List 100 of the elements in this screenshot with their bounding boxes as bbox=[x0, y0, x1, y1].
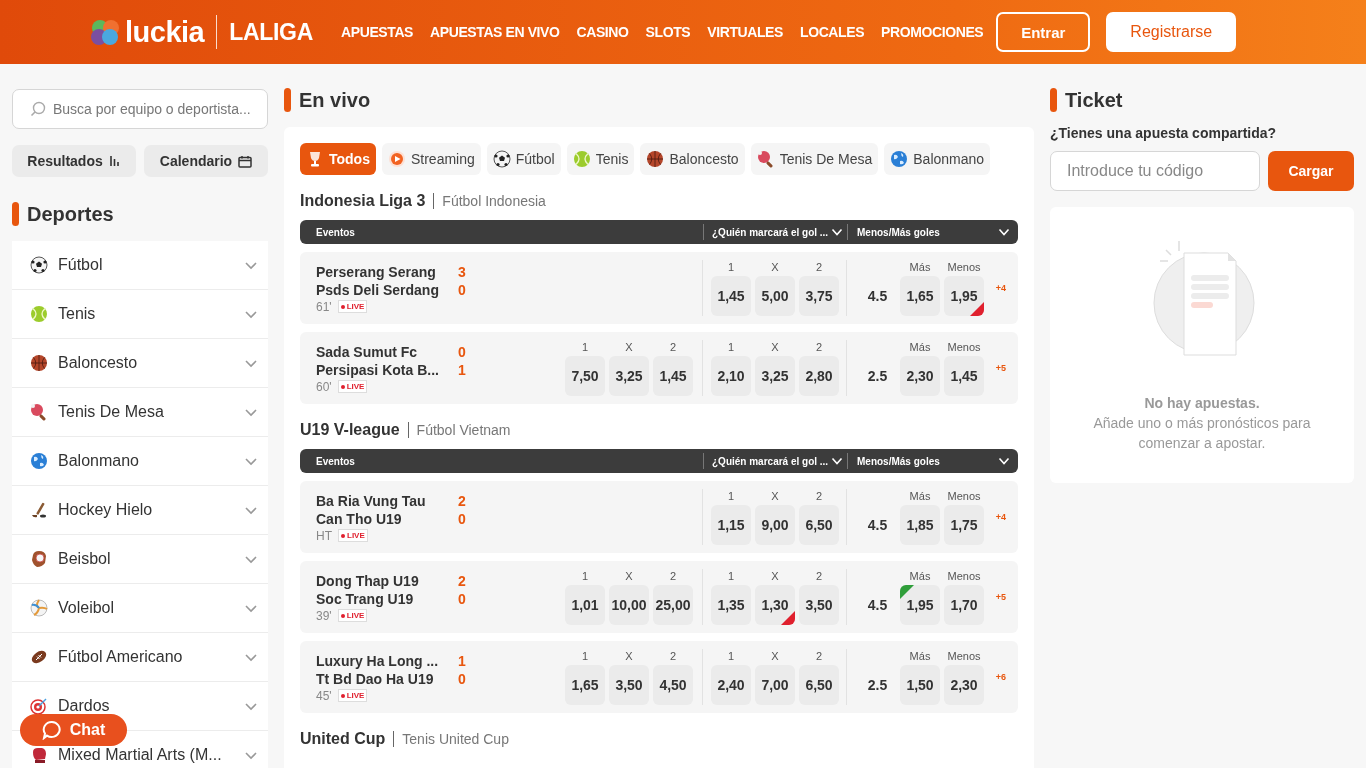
odds-button[interactable]: 2,80 bbox=[799, 356, 839, 396]
odds-button[interactable]: 6,50 bbox=[799, 665, 839, 705]
odds-button[interactable]: 1,95 bbox=[944, 276, 984, 316]
odds-button[interactable]: 1,45 bbox=[653, 356, 693, 396]
odds-label: X bbox=[625, 569, 633, 584]
odds-label: 2 bbox=[815, 569, 823, 584]
sport-item[interactable]: Balonmano bbox=[12, 437, 268, 486]
filter-chip[interactable]: Baloncesto bbox=[640, 143, 745, 175]
odds-button[interactable]: 2,30 bbox=[944, 665, 984, 705]
empty-message: Añade uno o más pronósticos para comenzar a apostar. bbox=[1092, 414, 1312, 453]
filter-chip[interactable]: Balonmano bbox=[884, 143, 991, 175]
odds-button[interactable]: 1,01 bbox=[565, 585, 605, 625]
event-row[interactable]: Dong Thap U19 2 Soc Trang U19 0 39' LIVE 1 1,01 X 10,00 2 25,00 1 1,35 X 1,30 2 3,50 4.5 Más 1,95 Menos 1,70 +5 bbox=[300, 561, 1018, 633]
chat-bubble-icon bbox=[41, 720, 62, 740]
odds-label: Menos bbox=[947, 260, 981, 275]
odds-button[interactable]: 10,00 bbox=[609, 585, 649, 625]
chevron-down-icon bbox=[998, 227, 1010, 237]
event-row[interactable]: Perserang Serang 3 Psds Deli Serdang 0 61' LIVE 1 1,45 X 5,00 2 3,75 4.5 Más 1,65 Menos 1,95 +4 bbox=[300, 252, 1018, 324]
chevron-down-icon bbox=[244, 406, 258, 418]
odds-button[interactable]: 1,15 bbox=[711, 505, 751, 545]
globe-ball-icon bbox=[30, 452, 48, 470]
nav-link[interactable]: APUESTAS EN VIVO bbox=[430, 24, 560, 40]
odds-button[interactable]: 1,65 bbox=[900, 276, 940, 316]
odds-button[interactable]: 5,00 bbox=[755, 276, 795, 316]
register-button[interactable]: Registrarse bbox=[1106, 12, 1237, 52]
search-field[interactable]: Busca por equipo o deportista... bbox=[12, 89, 268, 129]
odds-button[interactable]: 9,00 bbox=[755, 505, 795, 545]
chevron-down-icon bbox=[244, 504, 258, 516]
odds-button[interactable]: 1,30 bbox=[755, 585, 795, 625]
sport-item[interactable]: Fútbol Americano bbox=[12, 633, 268, 682]
sport-item[interactable]: Fútbol bbox=[12, 241, 268, 290]
column-header: Eventos bbox=[315, 226, 356, 238]
odds-button[interactable]: 7,00 bbox=[755, 665, 795, 705]
filter-chip[interactable]: Tenis bbox=[566, 143, 635, 175]
odds-label: X bbox=[771, 260, 779, 275]
match-time: 61' bbox=[316, 299, 332, 314]
odds-button[interactable]: 6,50 bbox=[799, 505, 839, 545]
odds-button[interactable]: 2,30 bbox=[900, 356, 940, 396]
odds-button[interactable]: 2,10 bbox=[711, 356, 751, 396]
market-dropdown[interactable]: ¿Quién marcará el gol ... bbox=[703, 224, 847, 240]
sport-item[interactable]: Tenis bbox=[12, 290, 268, 339]
load-button[interactable]: Cargar bbox=[1268, 151, 1354, 191]
league-title: United Cup bbox=[300, 730, 386, 748]
odds-button[interactable]: 3,25 bbox=[609, 356, 649, 396]
live-badge: LIVE bbox=[337, 300, 368, 313]
odds-button[interactable]: 1,95 bbox=[900, 585, 940, 625]
odds-button[interactable]: 1,70 bbox=[944, 585, 984, 625]
odds-button[interactable]: 3,25 bbox=[755, 356, 795, 396]
brand-logo-text[interactable]: luckia bbox=[125, 15, 205, 49]
odds-label: X bbox=[771, 340, 779, 355]
odds-label: 2 bbox=[815, 260, 823, 275]
filter-chip[interactable]: Fútbol bbox=[486, 143, 561, 175]
sport-item[interactable]: Voleibol bbox=[12, 584, 268, 633]
live-badge: LIVE bbox=[337, 609, 368, 622]
sport-item[interactable]: Baloncesto bbox=[12, 339, 268, 388]
chat-button[interactable]: Chat bbox=[20, 714, 127, 746]
odds-button[interactable]: 1,65 bbox=[565, 665, 605, 705]
results-button[interactable]: Resultados bbox=[12, 145, 136, 177]
nav-link[interactable]: APUESTAS bbox=[341, 24, 414, 40]
odds-button[interactable]: 1,75 bbox=[944, 505, 984, 545]
sport-item[interactable]: Beisbol bbox=[12, 535, 268, 584]
odds-button[interactable]: 2,40 bbox=[711, 665, 751, 705]
event-row[interactable]: Luxury Ha Long ... 1 Tt Bd Dao Ha U19 0 45' LIVE 1 1,65 X 3,50 2 4,50 1 2,40 X 7,00 2 6,50 2.5 Más 1,50 Menos 2,30 +6 bbox=[300, 641, 1018, 713]
team-score: 0 bbox=[458, 510, 466, 527]
sport-item[interactable]: Tenis De Mesa bbox=[12, 388, 268, 437]
filter-chip[interactable]: Todos bbox=[300, 143, 376, 175]
odds-label: 1 bbox=[581, 649, 589, 664]
team-score: 2 bbox=[458, 572, 466, 589]
odds-label: X bbox=[771, 569, 779, 584]
market-dropdown[interactable]: Menos/Más goles bbox=[847, 224, 1018, 240]
league-subtitle: Fútbol Vietnam bbox=[416, 422, 511, 438]
odds-button[interactable]: 7,50 bbox=[565, 356, 605, 396]
globe-ball-icon bbox=[890, 150, 909, 168]
calendar-button[interactable]: Calendario bbox=[144, 145, 268, 177]
odds-button[interactable]: 1,35 bbox=[711, 585, 751, 625]
odds-button[interactable]: 1,45 bbox=[711, 276, 751, 316]
odds-button[interactable]: 1,50 bbox=[900, 665, 940, 705]
odds-label: Menos bbox=[947, 569, 981, 584]
odds-label: 1 bbox=[581, 340, 589, 355]
odds-button[interactable]: 1,85 bbox=[900, 505, 940, 545]
team-name: Sada Sumut Fc bbox=[316, 343, 419, 360]
filter-chip[interactable]: Streaming bbox=[381, 143, 481, 175]
odds-button[interactable]: 4,50 bbox=[653, 665, 693, 705]
odds-button[interactable]: 3,75 bbox=[799, 276, 839, 316]
section-heading: Deportes bbox=[27, 202, 114, 226]
odds-button[interactable]: 25,00 bbox=[653, 585, 693, 625]
odds-label: 1 bbox=[581, 569, 589, 584]
sport-item[interactable]: Hockey Hielo bbox=[12, 486, 268, 535]
market-dropdown[interactable]: ¿Quién marcará el gol ... bbox=[703, 453, 847, 469]
live-badge: LIVE bbox=[337, 380, 368, 393]
odds-button[interactable]: 1,45 bbox=[944, 356, 984, 396]
market-dropdown[interactable]: Menos/Más goles bbox=[847, 453, 1018, 469]
odds-button[interactable]: 3,50 bbox=[609, 665, 649, 705]
code-field[interactable]: Introduce tu código bbox=[1050, 151, 1260, 191]
filter-chip[interactable]: Tenis De Mesa bbox=[750, 143, 879, 175]
live-badge: LIVE bbox=[338, 529, 368, 542]
team-name: Luxury Ha Long ... bbox=[316, 652, 440, 669]
odds-button[interactable]: 3,50 bbox=[799, 585, 839, 625]
event-row[interactable]: Sada Sumut Fc 0 Persipasi Kota B... 1 60' LIVE 1 7,50 X 3,25 2 1,45 1 2,10 X 3,25 2 2,80 2.5 Más 2,30 Menos 1,45 +5 bbox=[300, 332, 1018, 404]
event-row[interactable]: Ba Ria Vung Tau 2 Can Tho U19 0 HT LIVE 1 1,15 X 9,00 2 6,50 4.5 Más 1,85 Menos 1,75 +4 bbox=[300, 481, 1018, 553]
